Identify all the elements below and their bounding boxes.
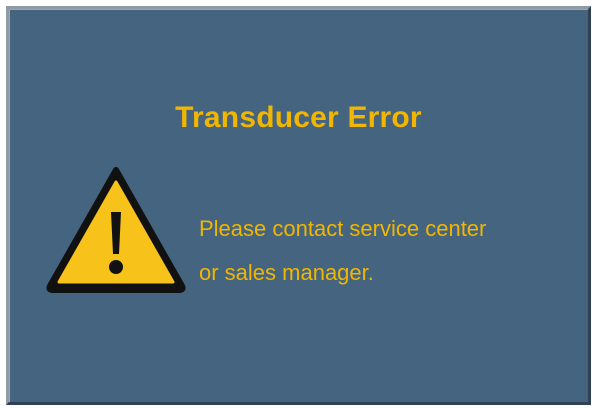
warning-icon — [46, 167, 186, 293]
dialog-title: Transducer Error — [175, 101, 422, 134]
error-message: Please contact service center or sales m… — [199, 207, 589, 295]
message-line-1: Please contact service center — [199, 216, 487, 241]
error-dialog: Transducer Error Please contact service … — [6, 6, 591, 405]
message-line-2: or sales manager. — [199, 260, 374, 285]
